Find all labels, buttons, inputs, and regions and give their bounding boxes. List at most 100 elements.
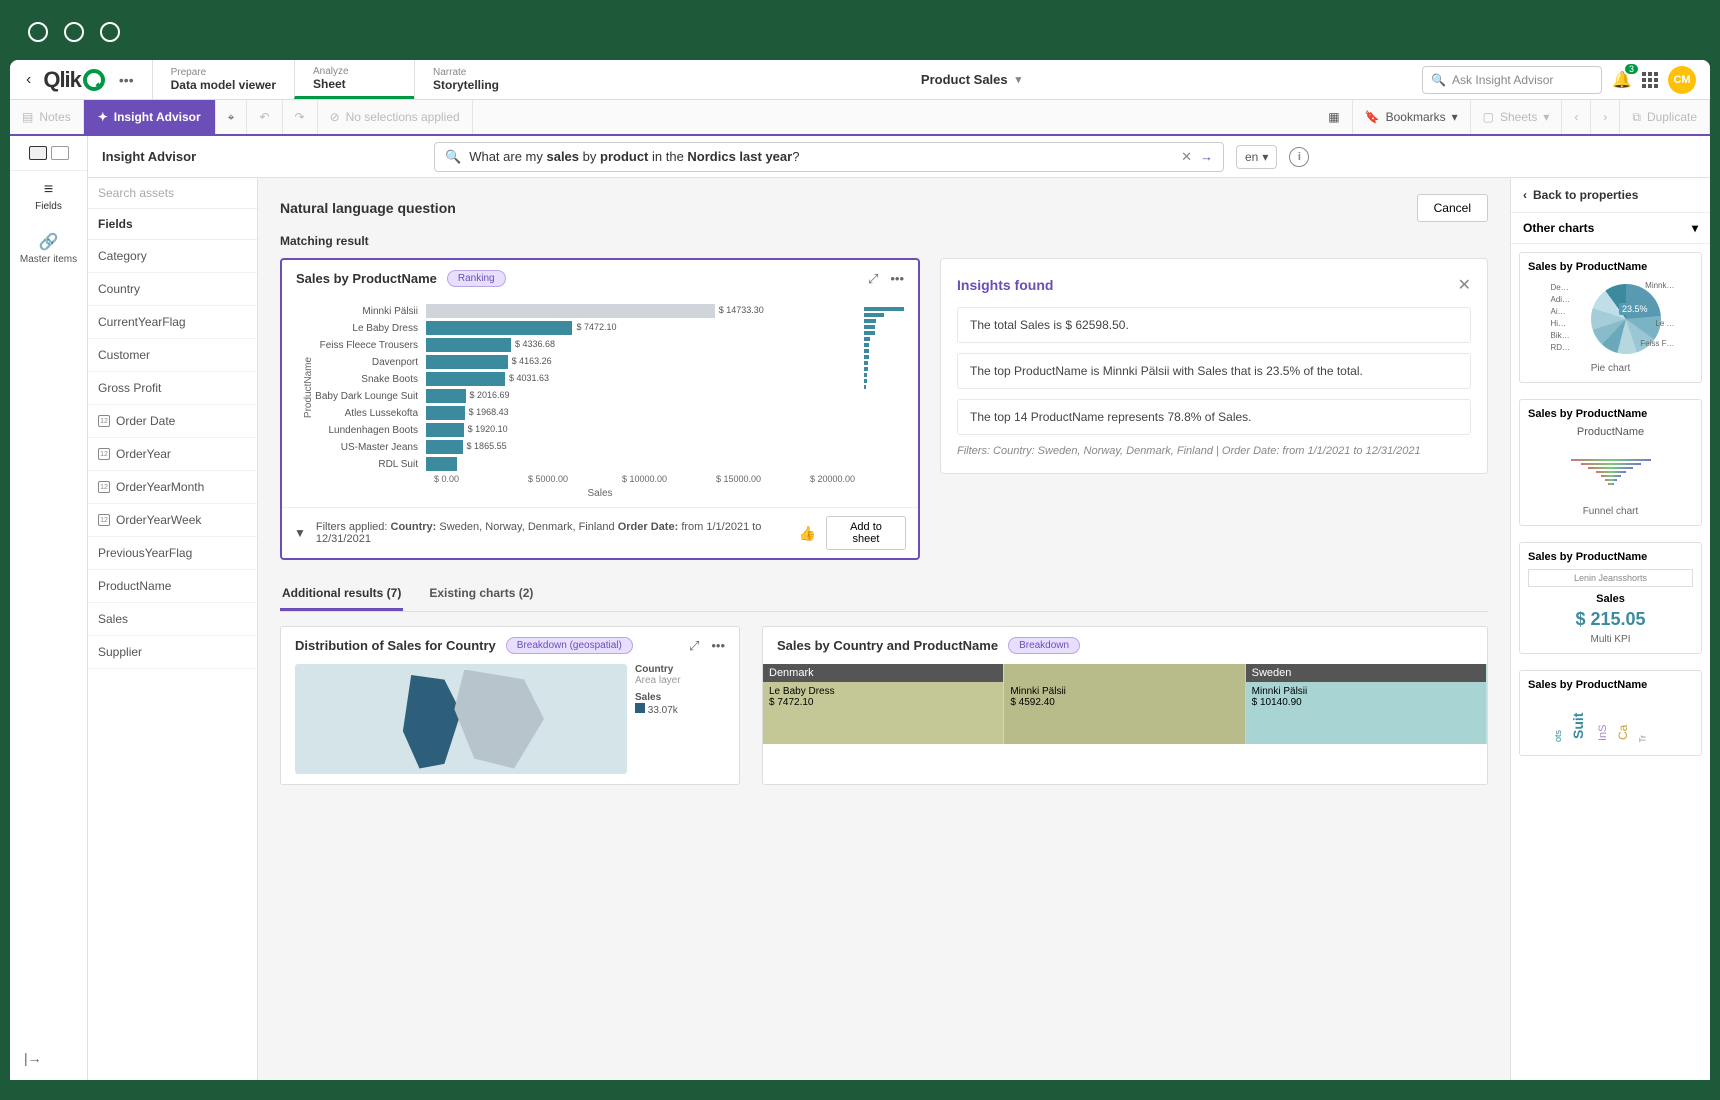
asset-field-item[interactable]: PreviousYearFlag bbox=[88, 537, 257, 570]
cancel-button[interactable]: Cancel bbox=[1417, 194, 1488, 222]
app-launcher-icon[interactable] bbox=[1642, 72, 1658, 88]
app-window: ‹ Qlik ••• PrepareData model viewer Anal… bbox=[10, 60, 1710, 1080]
fields-icon: ≡ bbox=[14, 181, 83, 199]
asset-field-item[interactable]: Country bbox=[88, 273, 257, 306]
nav-tab-narrate[interactable]: NarrateStorytelling bbox=[414, 60, 534, 99]
card-menu-icon[interactable]: ••• bbox=[711, 638, 725, 654]
notifications-button[interactable]: 🔔3 bbox=[1612, 70, 1632, 90]
insight-advisor-button[interactable]: ✦Insight Advisor bbox=[84, 100, 216, 134]
treemap-tag: Breakdown bbox=[1008, 637, 1080, 654]
add-to-sheet-button[interactable]: Add to sheet bbox=[826, 516, 906, 550]
wordcloud-preview: ots Suit InS Ca Tr bbox=[1528, 697, 1693, 747]
properties-panel: ‹ Back to properties Other charts▾ Sales… bbox=[1510, 178, 1710, 1080]
app-menu-button[interactable]: ••• bbox=[109, 72, 144, 88]
calendar-icon: 12 bbox=[98, 448, 110, 460]
search-icon: 🔍 bbox=[1431, 73, 1446, 87]
geo-title: Distribution of Sales for Country bbox=[295, 638, 496, 653]
selection-search-icon: ⌖ bbox=[228, 110, 235, 125]
analysis-tag: Ranking bbox=[447, 270, 506, 287]
calendar-icon: 12 bbox=[98, 415, 110, 427]
asset-field-item[interactable]: 12OrderYearWeek bbox=[88, 504, 257, 537]
rail-master-items[interactable]: 🔗Master items bbox=[10, 222, 87, 275]
asset-field-item[interactable]: Category bbox=[88, 240, 257, 273]
card-menu-icon[interactable]: ••• bbox=[890, 271, 904, 287]
clear-query-button[interactable]: ✕ bbox=[1181, 149, 1192, 165]
calendar-icon: 12 bbox=[98, 514, 110, 526]
notes-button[interactable]: ▤Notes bbox=[10, 100, 84, 134]
asset-field-item[interactable]: Gross Profit bbox=[88, 372, 257, 405]
window-controls bbox=[28, 22, 120, 42]
search-icon: 🔍 bbox=[445, 149, 461, 165]
logo-icon bbox=[83, 69, 105, 91]
asset-field-item[interactable]: 12OrderYearMonth bbox=[88, 471, 257, 504]
bar-chart[interactable]: ProductName Minnki Pälsii$ 14733.30Le Ba… bbox=[282, 297, 918, 507]
kpi-preview: Lenin Jeansshorts Sales $ 215.05 bbox=[1528, 569, 1693, 630]
asset-field-item[interactable]: ProductName bbox=[88, 570, 257, 603]
nlq-input[interactable]: 🔍 What are my sales by product in the No… bbox=[434, 142, 1224, 172]
asset-field-item[interactable]: 12Order Date bbox=[88, 405, 257, 438]
step-back-button[interactable]: ↶ bbox=[247, 100, 282, 134]
link-icon: 🔗 bbox=[14, 232, 83, 252]
sheets-button[interactable]: ▢Sheets ▾ bbox=[1471, 100, 1563, 134]
map-legend: Country Area layer Sales 33.07k bbox=[635, 664, 725, 774]
prev-sheet-button[interactable]: ‹ bbox=[1562, 100, 1591, 134]
submit-query-button[interactable]: → bbox=[1200, 149, 1213, 164]
insights-card: Insights found ✕ The total Sales is $ 62… bbox=[940, 258, 1488, 474]
treemap-title: Sales by Country and ProductName bbox=[777, 638, 998, 653]
next-sheet-button[interactable]: › bbox=[1591, 100, 1620, 134]
alt-chart-kpi[interactable]: Sales by ProductName Lenin Jeansshorts S… bbox=[1519, 542, 1702, 654]
assets-header: Fields bbox=[88, 209, 257, 240]
qlik-logo: Qlik bbox=[39, 67, 109, 93]
global-search-input[interactable]: 🔍Ask Insight Advisor bbox=[1422, 66, 1602, 94]
advisor-header: Insight Advisor 🔍 What are my sales by p… bbox=[88, 136, 1710, 178]
results-area: Natural language question Cancel Matchin… bbox=[258, 178, 1510, 1080]
info-button[interactable]: i bbox=[1289, 147, 1309, 167]
alt-chart-funnel[interactable]: Sales by ProductName ProductName Funnel … bbox=[1519, 399, 1702, 526]
smart-search-button[interactable]: ⌖ bbox=[216, 100, 248, 134]
bookmarks-button[interactable]: 🔖Bookmarks ▾ bbox=[1353, 100, 1471, 134]
map-chart[interactable] bbox=[295, 664, 627, 774]
assets-search-input[interactable]: Search assets bbox=[88, 178, 257, 209]
top-navbar: ‹ Qlik ••• PrepareData model viewer Anal… bbox=[10, 60, 1710, 100]
nav-tab-prepare[interactable]: PrepareData model viewer bbox=[152, 60, 294, 99]
tab-additional-results[interactable]: Additional results (7) bbox=[280, 578, 403, 611]
close-insights-button[interactable]: ✕ bbox=[1458, 275, 1471, 295]
back-to-properties-button[interactable]: ‹ Back to properties bbox=[1511, 178, 1710, 213]
panel-toggle-right[interactable] bbox=[51, 146, 69, 160]
asset-field-item[interactable]: Sales bbox=[88, 603, 257, 636]
duplicate-button[interactable]: ⧉Duplicate bbox=[1620, 100, 1710, 134]
expand-rail-button[interactable]: |→ bbox=[24, 1050, 42, 1066]
notification-badge: 3 bbox=[1625, 64, 1638, 74]
thumbs-up-button[interactable]: 👍 bbox=[799, 525, 816, 542]
asset-field-item[interactable]: CurrentYearFlag bbox=[88, 306, 257, 339]
matching-label: Matching result bbox=[280, 234, 1488, 248]
asset-field-item[interactable]: 12OrderYear bbox=[88, 438, 257, 471]
fullscreen-icon[interactable]: ⤢ bbox=[868, 271, 878, 287]
asset-field-item[interactable]: Customer bbox=[88, 339, 257, 372]
step-forward-button[interactable]: ↷ bbox=[283, 100, 318, 134]
chevron-down-icon: ▾ bbox=[1692, 221, 1698, 235]
back-button[interactable]: ‹ bbox=[18, 71, 39, 89]
insight-item: The total Sales is $ 62598.50. bbox=[957, 307, 1471, 343]
alt-chart-pie[interactable]: Sales by ProductName 23.5% De… Adi… Ai… … bbox=[1519, 252, 1702, 383]
advisor-title: Insight Advisor bbox=[102, 149, 422, 164]
app-title[interactable]: Product Sales▾ bbox=[534, 60, 1408, 99]
other-charts-header[interactable]: Other charts▾ bbox=[1511, 213, 1710, 244]
nav-tab-analyze[interactable]: AnalyzeSheet bbox=[294, 60, 414, 99]
duplicate-icon: ⧉ bbox=[1632, 110, 1641, 125]
alt-chart-wordcloud[interactable]: Sales by ProductName ots Suit InS Ca Tr bbox=[1519, 670, 1702, 756]
chart-minimap[interactable] bbox=[864, 307, 904, 507]
user-avatar[interactable]: CM bbox=[1668, 66, 1696, 94]
selection-toolbar: ▤Notes ✦Insight Advisor ⌖ ↶ ↷ ⊘ No selec… bbox=[10, 100, 1710, 136]
treemap-chart[interactable]: DenmarkLe Baby Dress$ 7472.10 .Minnki Pä… bbox=[763, 664, 1487, 744]
panel-toggle-left[interactable] bbox=[29, 146, 47, 160]
language-selector[interactable]: en ▾ bbox=[1236, 145, 1277, 169]
asset-field-item[interactable]: Supplier bbox=[88, 636, 257, 669]
tab-existing-charts[interactable]: Existing charts (2) bbox=[427, 578, 535, 611]
fullscreen-icon[interactable]: ⤢ bbox=[689, 638, 699, 654]
selections-tool-button[interactable]: ▦ bbox=[1316, 100, 1352, 134]
calendar-icon: 12 bbox=[98, 481, 110, 493]
rail-fields[interactable]: ≡Fields bbox=[10, 171, 87, 222]
treemap-card: Sales by Country and ProductName Breakdo… bbox=[762, 626, 1488, 785]
clear-selections-button[interactable]: ⊘ No selections applied bbox=[318, 100, 473, 134]
